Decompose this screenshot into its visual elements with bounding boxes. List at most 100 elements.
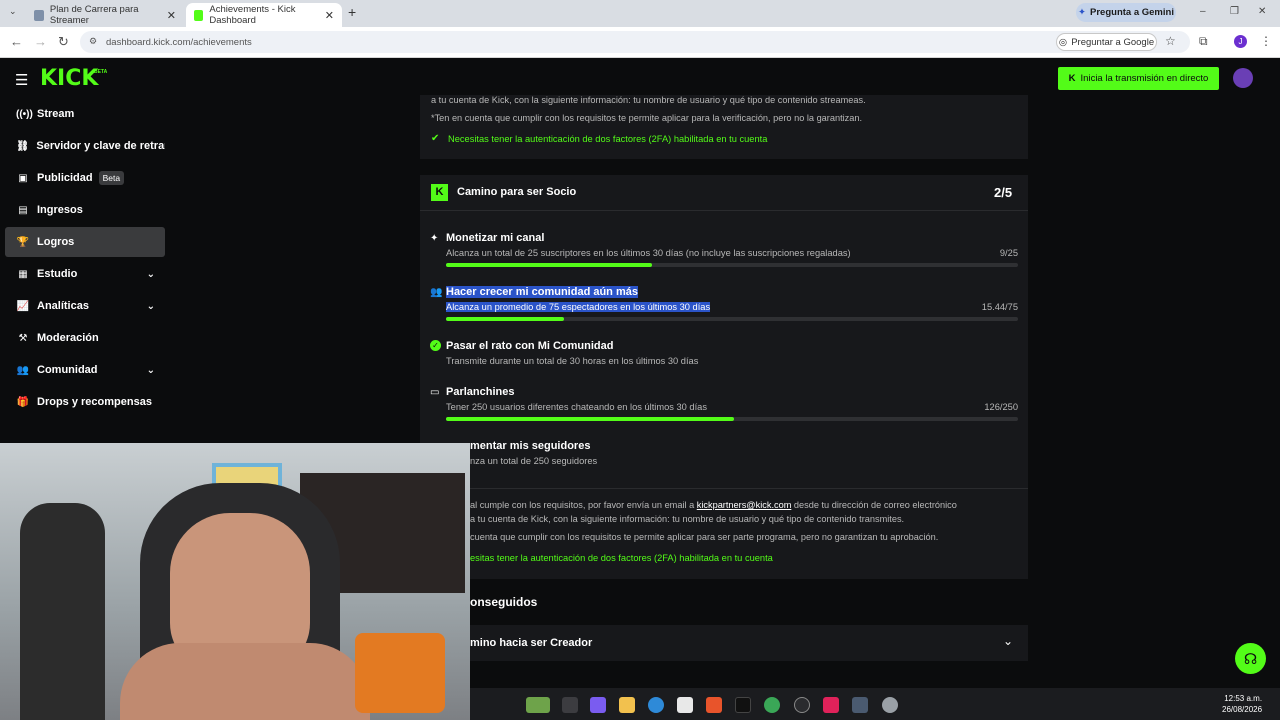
- dragon-ball-lamp: [355, 633, 445, 713]
- chat-icon: ▭: [430, 387, 440, 398]
- tiktok-studio-icon[interactable]: [823, 697, 839, 713]
- sidebar-item-estudio[interactable]: ▦ Estudio ⌄: [5, 259, 165, 289]
- divider: [420, 210, 1028, 211]
- go-live-button[interactable]: K Inicia la transmisión en directo: [1058, 67, 1219, 90]
- kick-k-icon: K: [431, 184, 448, 201]
- goal-desc: Alcanza un total de 25 suscriptores en l…: [446, 248, 851, 258]
- email-link[interactable]: kickpartners@kick.com: [697, 500, 792, 510]
- link-icon: ⛓: [16, 140, 30, 152]
- sidebar-item-label: Stream: [37, 108, 75, 120]
- go-live-label: Inicia la transmisión en directo: [1080, 73, 1209, 84]
- goal-title: mentar mis seguidores: [470, 440, 591, 452]
- store-icon[interactable]: [677, 697, 693, 713]
- sidebar-item-analiticas[interactable]: 📈 Analíticas ⌄: [5, 291, 165, 321]
- progress-bar: [446, 417, 1018, 421]
- sidebar-item-ingresos[interactable]: ▤ Ingresos: [5, 195, 165, 225]
- window-close-icon[interactable]: ✕: [1258, 6, 1266, 17]
- tab-title: Achievements - Kick Dashboard: [209, 4, 296, 26]
- sidebar-item-label: Estudio: [37, 268, 78, 280]
- support-chat-button[interactable]: ☊: [1235, 643, 1266, 674]
- verification-text: a tu cuenta de Kick, con la siguiente in…: [431, 95, 866, 105]
- folder-icon[interactable]: [619, 697, 635, 713]
- tiktok-icon[interactable]: [735, 697, 751, 713]
- footer-text: a tu cuenta de Kick, con la siguiente in…: [470, 514, 905, 524]
- sidebar-item-comunidad[interactable]: 👥 Comunidad ⌄: [5, 355, 165, 385]
- studio-icon: ▦: [18, 268, 28, 280]
- kick-favicon-icon: [194, 9, 204, 21]
- bookmark-star-icon[interactable]: ☆: [1165, 34, 1176, 48]
- goal-title: Hacer crecer mi comunidad aún más: [446, 286, 638, 298]
- sidebar-item-label: Drops y recompensas: [37, 396, 152, 408]
- progress-fill: [446, 263, 652, 267]
- community-icon: 👥: [16, 364, 30, 376]
- sidebar: ((•)) Stream ⛓ Servidor y clave de retra…: [0, 98, 175, 443]
- taskbar-app-icon[interactable]: [794, 697, 810, 713]
- taskbar-app-icon[interactable]: [562, 697, 578, 713]
- sidebar-item-label: Logros: [37, 236, 75, 248]
- minimize-icon[interactable]: –: [1200, 6, 1206, 17]
- extensions-icon[interactable]: ⧉: [1199, 34, 1208, 49]
- forward-icon[interactable]: →: [34, 34, 47, 49]
- sidebar-item-label: Analíticas: [37, 300, 89, 312]
- system-clock[interactable]: 12:53 a.m. 26/08/2026: [1222, 693, 1262, 715]
- sidebar-item-drops[interactable]: 🎁 Drops y recompensas: [5, 387, 165, 417]
- close-icon[interactable]: ✕: [167, 9, 176, 22]
- calculator-icon[interactable]: [852, 697, 868, 713]
- new-tab-icon[interactable]: +: [348, 4, 356, 20]
- edge-icon[interactable]: [648, 697, 664, 713]
- ask-google-button[interactable]: ◎ Preguntar a Google: [1056, 33, 1157, 51]
- chart-icon: ▤: [18, 204, 28, 216]
- chrome-icon[interactable]: [764, 697, 780, 713]
- brave-icon[interactable]: [706, 697, 722, 713]
- reload-icon[interactable]: ↻: [58, 34, 69, 50]
- maximize-icon[interactable]: ❐: [1230, 6, 1239, 17]
- goal-count: 15.44/75: [981, 302, 1018, 312]
- goal-title: Parlanchines: [446, 386, 515, 398]
- sidebar-item-servidor[interactable]: ⛓ Servidor y clave de retran: [5, 131, 165, 161]
- user-avatar[interactable]: [1233, 68, 1253, 88]
- site-info-icon[interactable]: ⚙: [89, 36, 97, 47]
- profile-avatar[interactable]: J: [1234, 35, 1247, 48]
- socio-footer-line1: al cumple con los requisitos, por favor …: [470, 500, 1020, 510]
- sidebar-item-logros[interactable]: 🏆 Logros: [5, 227, 165, 257]
- url-text[interactable]: dashboard.kick.com/achievements: [106, 37, 252, 48]
- tab-plan-carrera[interactable]: Plan de Carrera para Streamer ✕: [26, 3, 184, 27]
- achieved-heading: onseguidos: [470, 595, 538, 609]
- goal-title: Monetizar mi canal: [446, 232, 545, 244]
- settings-icon[interactable]: [882, 697, 898, 713]
- broadcast-icon: ((•)): [16, 108, 33, 120]
- gemini-button[interactable]: ✦ Pregunta a Gemini: [1076, 3, 1176, 22]
- sidebar-item-label: Ingresos: [37, 204, 83, 216]
- webcam-overlay: [0, 443, 470, 720]
- sidebar-item-stream[interactable]: ((•)) Stream: [5, 99, 165, 129]
- sidebar-item-label: Publicidad: [37, 172, 93, 184]
- close-icon[interactable]: ✕: [325, 9, 334, 22]
- sparkle-icon: ✦: [430, 233, 439, 244]
- chevron-down-icon[interactable]: ⌄: [1003, 634, 1013, 648]
- trophy-icon: 🏆: [16, 236, 30, 248]
- hamburger-menu-icon[interactable]: ☰: [15, 71, 28, 89]
- tab-list-icon[interactable]: ⌄: [9, 6, 17, 17]
- sidebar-item-publicidad[interactable]: ▣ Publicidad Beta: [5, 163, 165, 193]
- divider: [470, 488, 1028, 489]
- sidebar-item-moderacion[interactable]: ⚒ Moderación: [5, 323, 165, 353]
- kick-beta-tag: BETA: [94, 69, 108, 75]
- goal-title: Pasar el rato con Mi Comunidad: [446, 340, 614, 352]
- check-circle-icon: ✓: [430, 340, 441, 351]
- creator-title: mino hacia ser Creador: [470, 637, 593, 649]
- kick-logo[interactable]: KICK: [40, 66, 98, 91]
- more-menu-icon[interactable]: ⋮: [1260, 34, 1272, 48]
- sidebar-item-label: Servidor y clave de retran: [36, 140, 165, 152]
- tab-achievements[interactable]: Achievements - Kick Dashboard ✕: [186, 3, 342, 27]
- goal-desc: Transmite durante un total de 30 horas e…: [446, 356, 699, 366]
- taskbar-app-icon[interactable]: [526, 697, 550, 713]
- copilot-icon[interactable]: [590, 697, 606, 713]
- progress-fill: [446, 317, 564, 321]
- microphone: [20, 503, 105, 720]
- browser-tab-bar: ⌄ Plan de Carrera para Streamer ✕ Achiev…: [0, 0, 1280, 27]
- goal-desc: nza un total de 250 seguidores: [470, 456, 598, 466]
- back-icon[interactable]: ←: [10, 34, 23, 49]
- goal-desc: Tener 250 usuarios diferentes chateando …: [446, 402, 707, 412]
- lens-icon: ◎: [1058, 36, 1068, 48]
- socio-title: Camino para ser Socio: [457, 186, 577, 198]
